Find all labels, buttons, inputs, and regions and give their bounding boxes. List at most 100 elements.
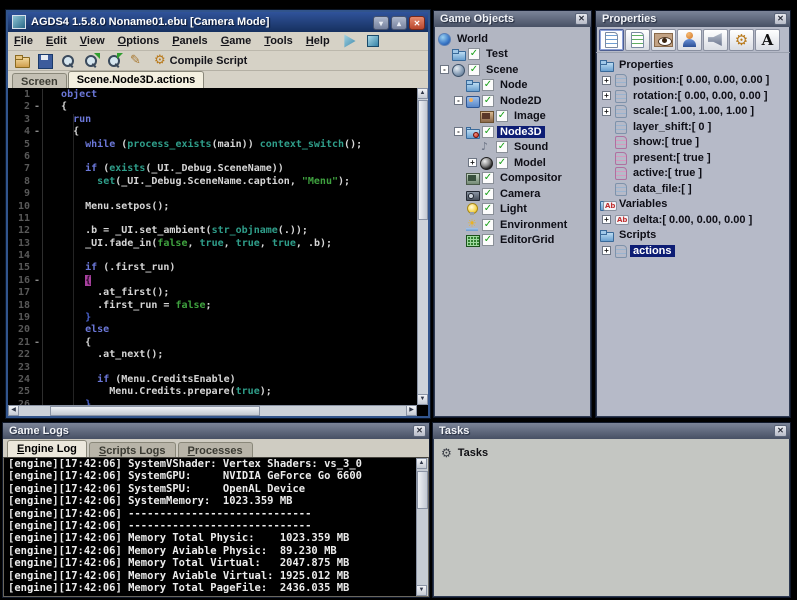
tasks-root-item[interactable]: ⚙ Tasks [433,439,790,460]
property-item-rotation-0-00-0-00-0-00-[interactable]: +rotation:[ 0.00, 0.00, 0.00 ] [596,88,790,104]
menu-file[interactable]: File [14,35,33,47]
maximize-button[interactable]: ▴ [391,16,407,30]
editor-vertical-scrollbar[interactable]: ▲ ▼ [417,88,428,405]
scroll-up-button[interactable]: ▲ [417,88,428,99]
scroll-down-button[interactable]: ▼ [417,394,428,405]
close-icon[interactable]: ✕ [413,425,426,437]
expand-icon[interactable]: + [602,107,611,116]
open-folder-icon[interactable] [14,53,31,68]
menu-edit[interactable]: Edit [46,35,67,47]
edit-icon[interactable] [129,53,146,68]
property-item-properties[interactable]: Properties [596,57,790,73]
checkbox-checked[interactable]: ✓ [496,110,508,122]
scroll-right-button[interactable]: ▶ [406,405,417,416]
tab-scripts-logs[interactable]: Scripts Logs [89,442,176,457]
property-item-present-true-[interactable]: present:[ true ] [596,150,790,166]
properties-titlebar[interactable]: Properties ✕ [596,11,790,27]
checkbox-checked[interactable]: ✓ [482,172,494,184]
checkbox-checked[interactable]: ✓ [482,79,494,91]
game-objects-titlebar[interactable]: Game Objects ✕ [434,11,591,27]
game-object-item-node3d[interactable]: -✓Node3D [434,124,591,140]
game-object-item-environment[interactable]: ✓Environment [434,217,591,233]
expand-icon[interactable]: + [602,215,611,224]
tab-screen[interactable]: Screen [12,73,67,88]
zoom-in-icon[interactable] [83,53,100,68]
checkbox-checked[interactable]: ✓ [468,48,480,60]
eye-button[interactable] [651,29,676,51]
close-icon[interactable]: ✕ [774,425,787,437]
game-object-item-node2d[interactable]: -✓Node2D [434,93,591,109]
checkbox-checked[interactable]: ✓ [496,141,508,153]
collapse-icon[interactable]: - [454,127,463,136]
fold-marker[interactable]: - [32,337,42,349]
menu-panels[interactable]: Panels [172,35,207,47]
letter-a-button[interactable]: A [755,29,780,51]
scroll-down-button[interactable]: ▼ [416,585,427,596]
fold-marker[interactable]: - [32,101,42,113]
game-object-item-light[interactable]: ✓Light [434,202,591,218]
checkbox-checked[interactable]: ✓ [496,157,508,169]
scroll-left-button[interactable]: ◀ [8,405,19,416]
game-object-item-test[interactable]: ✓Test [434,47,591,63]
minimize-button[interactable]: ▾ [373,16,389,30]
collapse-icon[interactable]: - [440,65,449,74]
game-object-item-scene[interactable]: -✓Scene [434,62,591,78]
property-item-delta-0-00-0-00-0-00-[interactable]: +delta:[ 0.00, 0.00, 0.00 ] [596,212,790,228]
game-object-item-editorgrid[interactable]: ✓EditorGrid [434,233,591,249]
console-scroll-thumb[interactable] [417,471,428,509]
close-button[interactable]: ✕ [409,16,425,30]
game-logs-titlebar[interactable]: Game Logs ✕ [3,423,429,439]
console-vertical-scrollbar[interactable]: ▲ ▼ [416,458,428,596]
collapse-icon[interactable]: - [454,96,463,105]
zoom-out-icon[interactable] [106,53,123,68]
menu-help[interactable]: Help [306,35,330,47]
fold-marker[interactable]: - [32,275,42,287]
expand-icon[interactable]: + [602,246,611,255]
window-titlebar[interactable]: AGDS4 1.5.8.0 Noname01.ebu [Camera Mode]… [8,12,428,32]
checkbox-checked[interactable]: ✓ [482,95,494,107]
zoom-icon[interactable] [60,53,77,68]
fold-marker[interactable]: - [32,126,42,138]
property-item-layer-shift-0-[interactable]: layer_shift:[ 0 ] [596,119,790,135]
gears-button[interactable]: ⚙ [729,29,754,51]
property-item-scale-1-00-1-00-1-00-[interactable]: +scale:[ 1.00, 1.00, 1.00 ] [596,104,790,120]
menu-game[interactable]: Game [221,35,252,47]
vertical-scroll-thumb[interactable] [418,100,428,220]
property-item-active-true-[interactable]: active:[ true ] [596,166,790,182]
checkbox-checked[interactable]: ✓ [482,219,494,231]
menu-view[interactable]: View [80,35,105,47]
property-item-position-0-00-0-00-0-00-[interactable]: +position:[ 0.00, 0.00, 0.00 ] [596,73,790,89]
expand-icon[interactable]: + [602,76,611,85]
scroll-up-button[interactable]: ▲ [416,458,427,469]
speaker-button[interactable] [703,29,728,51]
checkbox-checked[interactable]: ✓ [482,234,494,246]
property-item-scripts[interactable]: Scripts [596,228,790,244]
tab-scene-node3d-actions[interactable]: Scene.Node3D.actions [68,71,205,88]
checkbox-checked[interactable]: ✓ [482,203,494,215]
horizontal-scroll-thumb[interactable] [50,406,260,416]
property-item-data-file-[interactable]: data_file:[ ] [596,181,790,197]
expand-icon[interactable]: + [602,91,611,100]
close-icon[interactable]: ✕ [575,13,588,25]
game-object-item-model[interactable]: +✓Model [434,155,591,171]
compile-script-button[interactable]: ⚙Compile Script [154,53,247,68]
property-item-actions[interactable]: +actions [596,243,790,259]
game-object-item-world[interactable]: World [434,31,591,47]
tab-processes[interactable]: Processes [178,442,253,457]
checkbox-checked[interactable]: ✓ [482,126,494,138]
save-icon[interactable] [37,53,54,68]
doc-green-button[interactable] [625,29,650,51]
game-object-item-compositor[interactable]: ✓Compositor [434,171,591,187]
tasks-titlebar[interactable]: Tasks ✕ [433,423,790,439]
game-object-item-image[interactable]: ✓Image [434,109,591,125]
tab-engine-log[interactable]: Engine Log [7,440,87,457]
stop-icon[interactable] [367,35,379,47]
person-button[interactable] [677,29,702,51]
game-object-item-sound[interactable]: ✓Sound [434,140,591,156]
log-console[interactable]: [engine][17:42:06] SystemVShader: Vertex… [3,457,429,597]
editor-horizontal-scrollbar[interactable]: ◀ ▶ [8,405,417,416]
property-item-show-true-[interactable]: show:[ true ] [596,135,790,151]
menu-options[interactable]: Options [118,35,160,47]
doc-blue-button[interactable] [599,29,624,51]
menu-tools[interactable]: Tools [264,35,293,47]
